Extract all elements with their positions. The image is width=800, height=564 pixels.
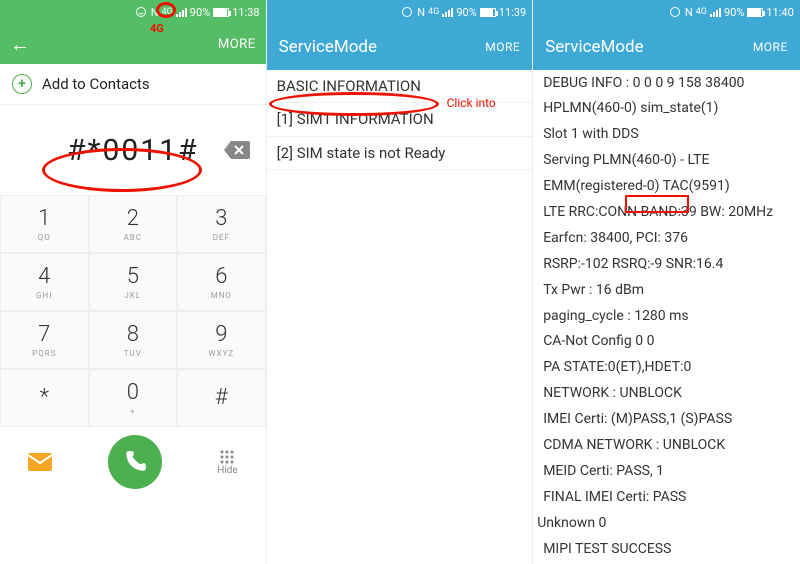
- more-button[interactable]: MORE: [753, 40, 788, 54]
- list-item: CDMA NETWORK : UNBLOCK: [533, 432, 800, 458]
- back-icon[interactable]: ←: [10, 32, 30, 57]
- network-4g-icon: 4G: [696, 7, 707, 17]
- whatsapp-icon: [669, 6, 681, 18]
- debug-list: DEBUG INFO : 0 0 0 9 158 38400 HPLMN(460…: [533, 70, 800, 564]
- servicemode-header: ServiceMode MORE: [533, 24, 800, 70]
- triptych: N 4G 90% 11:38 ← MORE 4G + Add to Contac…: [0, 0, 800, 564]
- list-item: paging_cycle : 1280 ms: [533, 303, 800, 329]
- list-item: IMEI Certi: (M)PASS,1 (S)PASS: [533, 407, 800, 433]
- call-button[interactable]: [108, 435, 162, 489]
- backspace-icon[interactable]: [224, 141, 250, 159]
- list-item: Serving PLMN(460-0) - LTE: [533, 148, 800, 174]
- network-4g-icon: 4G: [162, 7, 173, 17]
- key-3[interactable]: 3DEF: [177, 195, 266, 253]
- clock: 11:40: [766, 6, 793, 19]
- key-2[interactable]: 2ABC: [89, 195, 178, 253]
- list-item: MIPI TEST SUCCESS: [533, 536, 800, 562]
- key-7[interactable]: 7PQRS: [0, 311, 89, 369]
- more-button[interactable]: MORE: [485, 40, 520, 54]
- signal-icon: [710, 7, 721, 17]
- servicemode-title: ServiceMode: [545, 37, 643, 57]
- message-icon[interactable]: [28, 453, 52, 471]
- signal-icon: [176, 7, 187, 17]
- key-8[interactable]: 8TUV: [89, 311, 178, 369]
- key-9[interactable]: 9WXYZ: [177, 311, 266, 369]
- key-0[interactable]: 0+: [89, 369, 178, 427]
- nosim-icon: N: [417, 6, 425, 19]
- list-item: Earfcn: 38400, PCI: 376: [533, 225, 800, 251]
- nosim-icon: N: [685, 6, 693, 19]
- annotation-label-4g: 4G: [150, 22, 164, 35]
- battery-percent: 90%: [456, 6, 476, 19]
- list-item: RSRP:-102 RSRQ:-9 SNR:16.4: [533, 251, 800, 277]
- servicemode-header: ServiceMode MORE: [267, 24, 533, 70]
- battery-percent: 90%: [190, 6, 210, 19]
- key-1[interactable]: 1QO: [0, 195, 89, 253]
- hide-label: Hide: [217, 465, 238, 476]
- battery-percent: 90%: [724, 6, 744, 19]
- battery-icon: [213, 8, 229, 17]
- network-4g-icon: 4G: [428, 7, 439, 17]
- list-item: NETWORK : UNBLOCK: [533, 381, 800, 407]
- list-item: Tx Pwr : 16 dBm: [533, 277, 800, 303]
- list-item[interactable]: [2] SIM state is not Ready: [267, 137, 533, 170]
- add-to-contacts-label: Add to Contacts: [42, 75, 150, 93]
- status-bar: N 4G 90% 11:40: [533, 0, 800, 24]
- clock: 11:38: [232, 6, 259, 19]
- whatsapp-icon: [135, 6, 147, 18]
- add-to-contacts[interactable]: + Add to Contacts: [0, 64, 266, 105]
- pane-dialer: N 4G 90% 11:38 ← MORE 4G + Add to Contac…: [0, 0, 267, 564]
- battery-icon: [747, 8, 763, 17]
- list-item: PA STATE:0(ET),HDET:0: [533, 355, 800, 381]
- signal-icon: [442, 7, 453, 17]
- list-item: Unknown 0: [533, 510, 800, 536]
- dial-display: #*0011#: [0, 105, 266, 195]
- list-item: DEBUG INFO : 0 0 0 9 158 38400: [533, 70, 800, 96]
- whatsapp-icon: [401, 6, 413, 18]
- annotation-click-into: Click into: [447, 96, 496, 110]
- hide-keypad[interactable]: Hide: [217, 449, 238, 476]
- key-hash[interactable]: #: [177, 369, 266, 427]
- pane-servicemode-menu: N 4G 90% 11:39 ServiceMode MORE BASIC IN…: [267, 0, 534, 564]
- key-4[interactable]: 4GHI: [0, 253, 89, 311]
- plus-icon: +: [12, 74, 32, 94]
- list-item: HPLMN(460-0) sim_state(1): [533, 96, 800, 122]
- status-bar: N 4G 90% 11:38: [0, 0, 266, 24]
- list-item: Slot 1 with DDS: [533, 122, 800, 148]
- annotation-box-band: [625, 195, 689, 213]
- clock: 11:39: [499, 6, 526, 19]
- more-button[interactable]: MORE: [218, 37, 256, 52]
- nosim-icon: N: [151, 6, 159, 19]
- dialer-bottom-row: Hide: [0, 427, 266, 497]
- key-5[interactable]: 5JKL: [89, 253, 178, 311]
- pane-servicemode-debug: N 4G 90% 11:40 ServiceMode MORE DEBUG IN…: [533, 0, 800, 564]
- list-item: CA-Not Config 0 0: [533, 329, 800, 355]
- servicemode-menu-list: BASIC INFORMATION [1] SIM1 INFORMATION […: [267, 70, 533, 170]
- keypad: 1QO 2ABC 3DEF 4GHI 5JKL 6MNO 7PQRS 8TUV …: [0, 195, 266, 427]
- key-6[interactable]: 6MNO: [177, 253, 266, 311]
- key-star[interactable]: *: [0, 369, 89, 427]
- list-item: FINAL IMEI Certi: PASS: [533, 484, 800, 510]
- dialed-number: #*0011#: [67, 133, 198, 168]
- status-bar: N 4G 90% 11:39: [267, 0, 533, 24]
- battery-icon: [480, 8, 496, 17]
- servicemode-title: ServiceMode: [279, 37, 377, 57]
- list-item: MEID Certi: PASS, 1: [533, 458, 800, 484]
